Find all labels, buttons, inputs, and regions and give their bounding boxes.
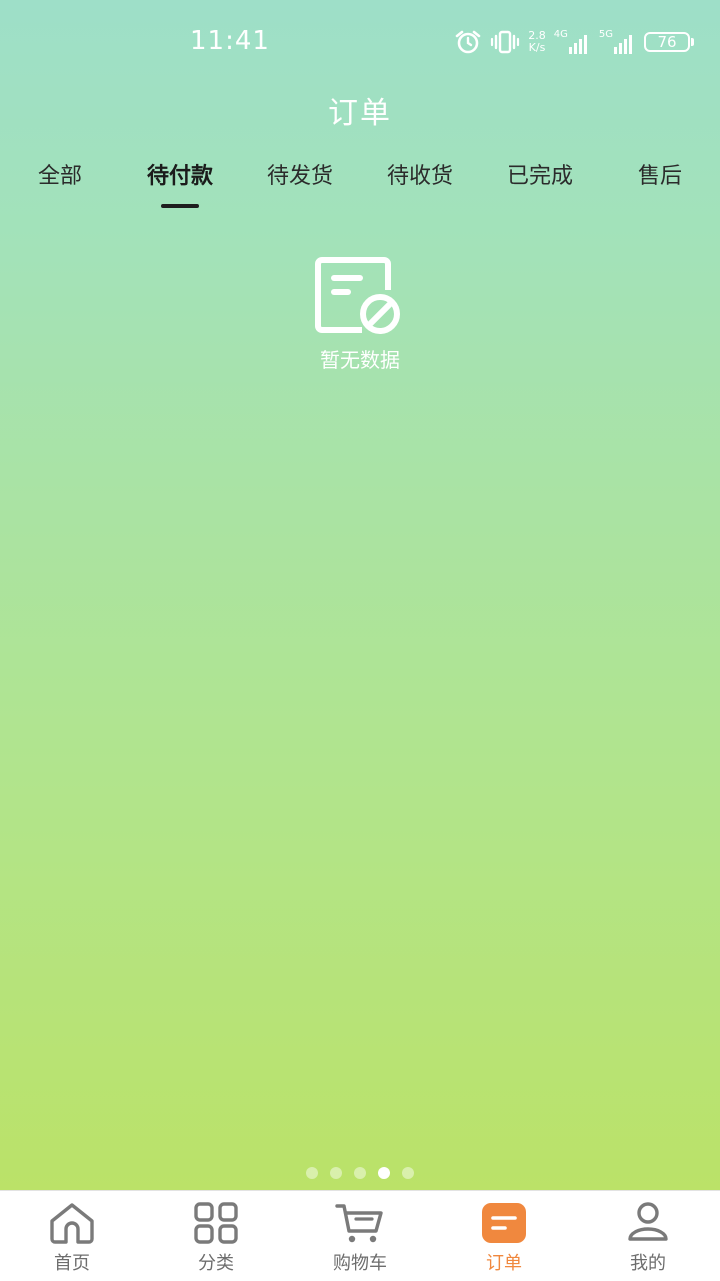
pager-dot <box>402 1167 414 1179</box>
page-title: 订单 <box>328 96 392 131</box>
tab-after-sales[interactable]: 售后 <box>600 158 720 190</box>
pager-dot <box>306 1167 318 1179</box>
nav-category[interactable]: 分类 <box>144 1191 288 1281</box>
signal-5g-label: 5G <box>598 29 613 40</box>
profile-icon <box>622 1201 674 1245</box>
tab-pending-payment[interactable]: 待付款 <box>120 158 240 190</box>
nav-orders[interactable]: 订单 <box>432 1191 576 1281</box>
nav-cart[interactable]: 购物车 <box>288 1191 432 1281</box>
cart-icon <box>334 1201 386 1245</box>
status-icons: 2.8 K/s 4G 5G 76 <box>454 26 694 58</box>
home-icon <box>46 1201 98 1245</box>
signal-4g-label: 4G <box>553 29 568 40</box>
category-grid-icon <box>190 1201 242 1245</box>
tab-pending-receipt[interactable]: 待收货 <box>360 158 480 190</box>
nav-cart-label: 购物车 <box>333 1253 387 1274</box>
status-bar: 11:41 2.8 K/s 4G 5G 76 <box>0 0 720 84</box>
orders-screen: 11:41 2.8 K/s 4G 5G 76 订单 全部 待付款 待发货 待收货… <box>0 0 720 1281</box>
order-status-tabs: 全部 待付款 待发货 待收货 已完成 售后 <box>0 158 720 214</box>
nav-category-label: 分类 <box>198 1253 234 1274</box>
battery-icon: 76 <box>644 32 694 52</box>
nav-home-label: 首页 <box>54 1253 90 1274</box>
tab-completed[interactable]: 已完成 <box>480 158 600 190</box>
empty-state: 暂无数据 <box>0 256 720 373</box>
signal-5g: 5G <box>599 30 636 54</box>
nav-profile-label: 我的 <box>630 1253 666 1274</box>
network-speed: 2.8 K/s <box>528 30 546 54</box>
no-data-document-icon <box>0 256 720 336</box>
pager-dots <box>0 1167 720 1179</box>
status-time: 11:41 <box>190 26 270 56</box>
signal-4g: 4G <box>554 30 591 54</box>
pager-dot <box>378 1167 390 1179</box>
network-speed-unit: K/s <box>528 41 546 54</box>
nav-home[interactable]: 首页 <box>0 1191 144 1281</box>
pager-dot <box>354 1167 366 1179</box>
tab-pending-shipment[interactable]: 待发货 <box>240 158 360 190</box>
signal-bars-icon <box>614 32 636 54</box>
tab-all[interactable]: 全部 <box>0 158 120 190</box>
empty-state-text: 暂无数据 <box>320 348 400 372</box>
bottom-nav: 首页 分类 购物车 订单 我的 <box>0 1190 720 1281</box>
nav-profile[interactable]: 我的 <box>576 1191 720 1281</box>
vibrate-icon <box>490 30 520 54</box>
active-tab-indicator <box>161 204 199 208</box>
alarm-icon <box>454 29 482 55</box>
order-icon <box>478 1201 530 1245</box>
nav-orders-label: 订单 <box>486 1253 522 1274</box>
signal-bars-icon <box>568 32 591 54</box>
pager-dot <box>330 1167 342 1179</box>
